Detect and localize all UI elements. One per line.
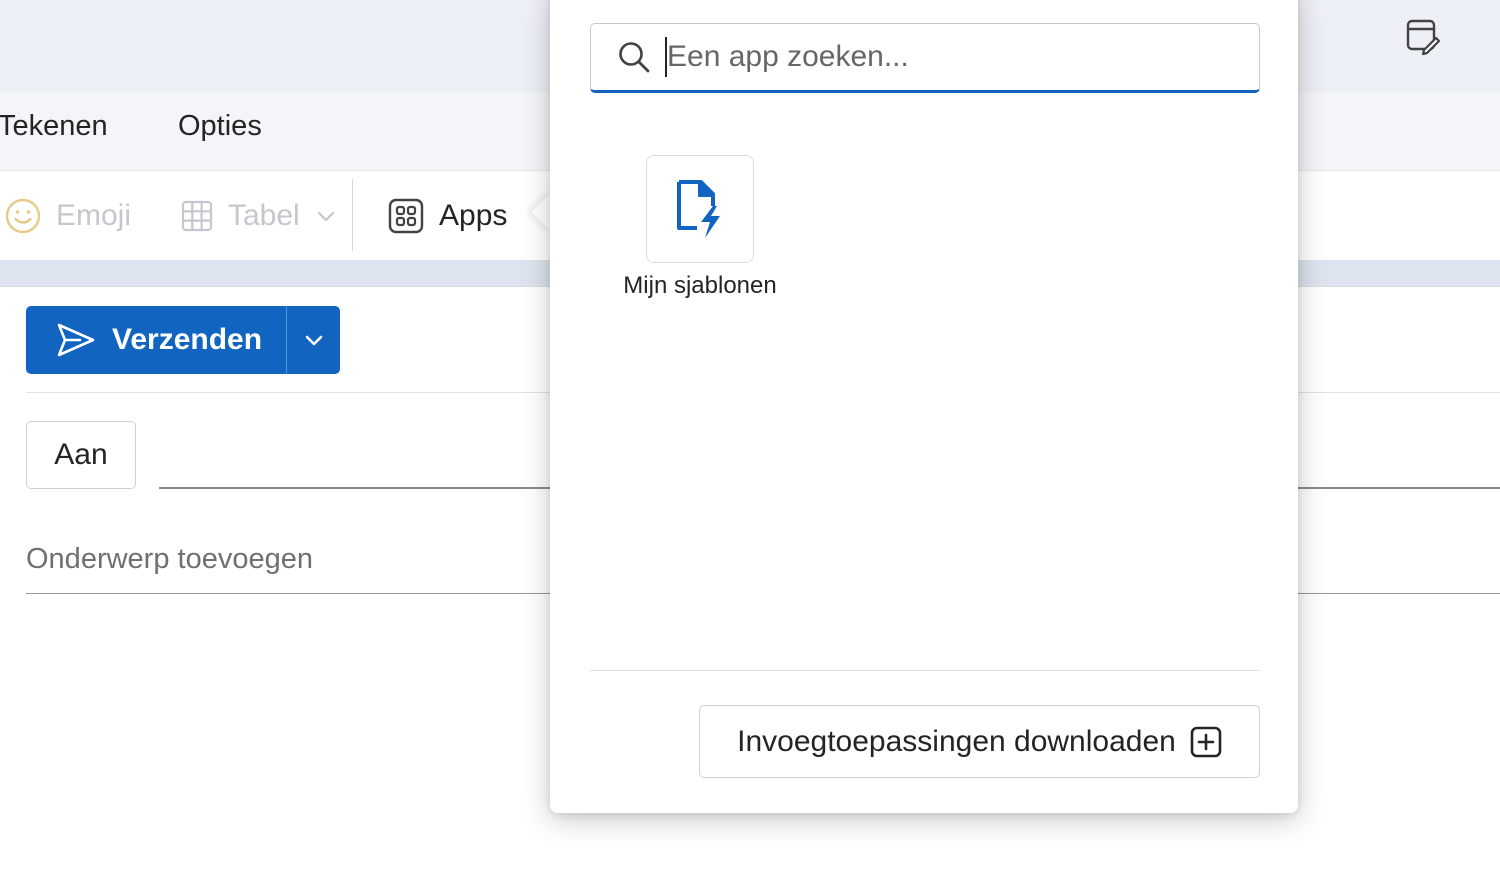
download-addins-label: Invoegtoepassingen downloaden	[737, 724, 1176, 758]
emoji-icon	[5, 198, 41, 234]
emoji-label: Emoji	[56, 199, 132, 232]
tab-tekenen[interactable]: Tekenen	[0, 110, 108, 143]
send-label: Verzenden	[112, 323, 263, 356]
send-options-button[interactable]	[287, 306, 340, 374]
apps-button[interactable]: Apps	[387, 171, 507, 261]
subject-input[interactable]: Onderwerp toevoegen	[26, 543, 313, 576]
tab-opties[interactable]: Opties	[178, 110, 262, 143]
download-addins-button[interactable]: Invoegtoepassingen downloaden	[699, 705, 1260, 778]
to-button[interactable]: Aan	[26, 421, 136, 489]
send-icon	[57, 323, 95, 357]
chevron-down-icon	[317, 211, 334, 222]
app-label-mijn-sjablonen: Mijn sjablonen	[623, 272, 777, 299]
app-search-input[interactable]	[667, 40, 1227, 74]
app-tile-mijn-sjablonen[interactable]	[646, 155, 754, 263]
flyout-divider	[590, 670, 1260, 671]
apps-grid-icon	[388, 198, 424, 234]
table-button[interactable]: Tabel	[180, 171, 336, 261]
chevron-down-icon	[305, 335, 322, 346]
table-label: Tabel	[228, 199, 300, 232]
calendar-edit-icon[interactable]	[1402, 16, 1442, 56]
send-button[interactable]: Verzenden	[26, 306, 286, 374]
apps-flyout: Mijn sjablonen Invoegtoepassingen downlo…	[550, 0, 1298, 813]
send-split-button: Verzenden	[26, 306, 340, 374]
search-icon	[619, 42, 650, 73]
app-search-box[interactable]	[590, 23, 1260, 93]
table-icon	[181, 200, 213, 232]
ribbon-divider	[352, 179, 353, 251]
emoji-button[interactable]: Emoji	[4, 171, 131, 261]
template-lightning-icon	[677, 180, 720, 238]
add-square-icon	[1190, 726, 1222, 757]
apps-label: Apps	[439, 199, 508, 232]
